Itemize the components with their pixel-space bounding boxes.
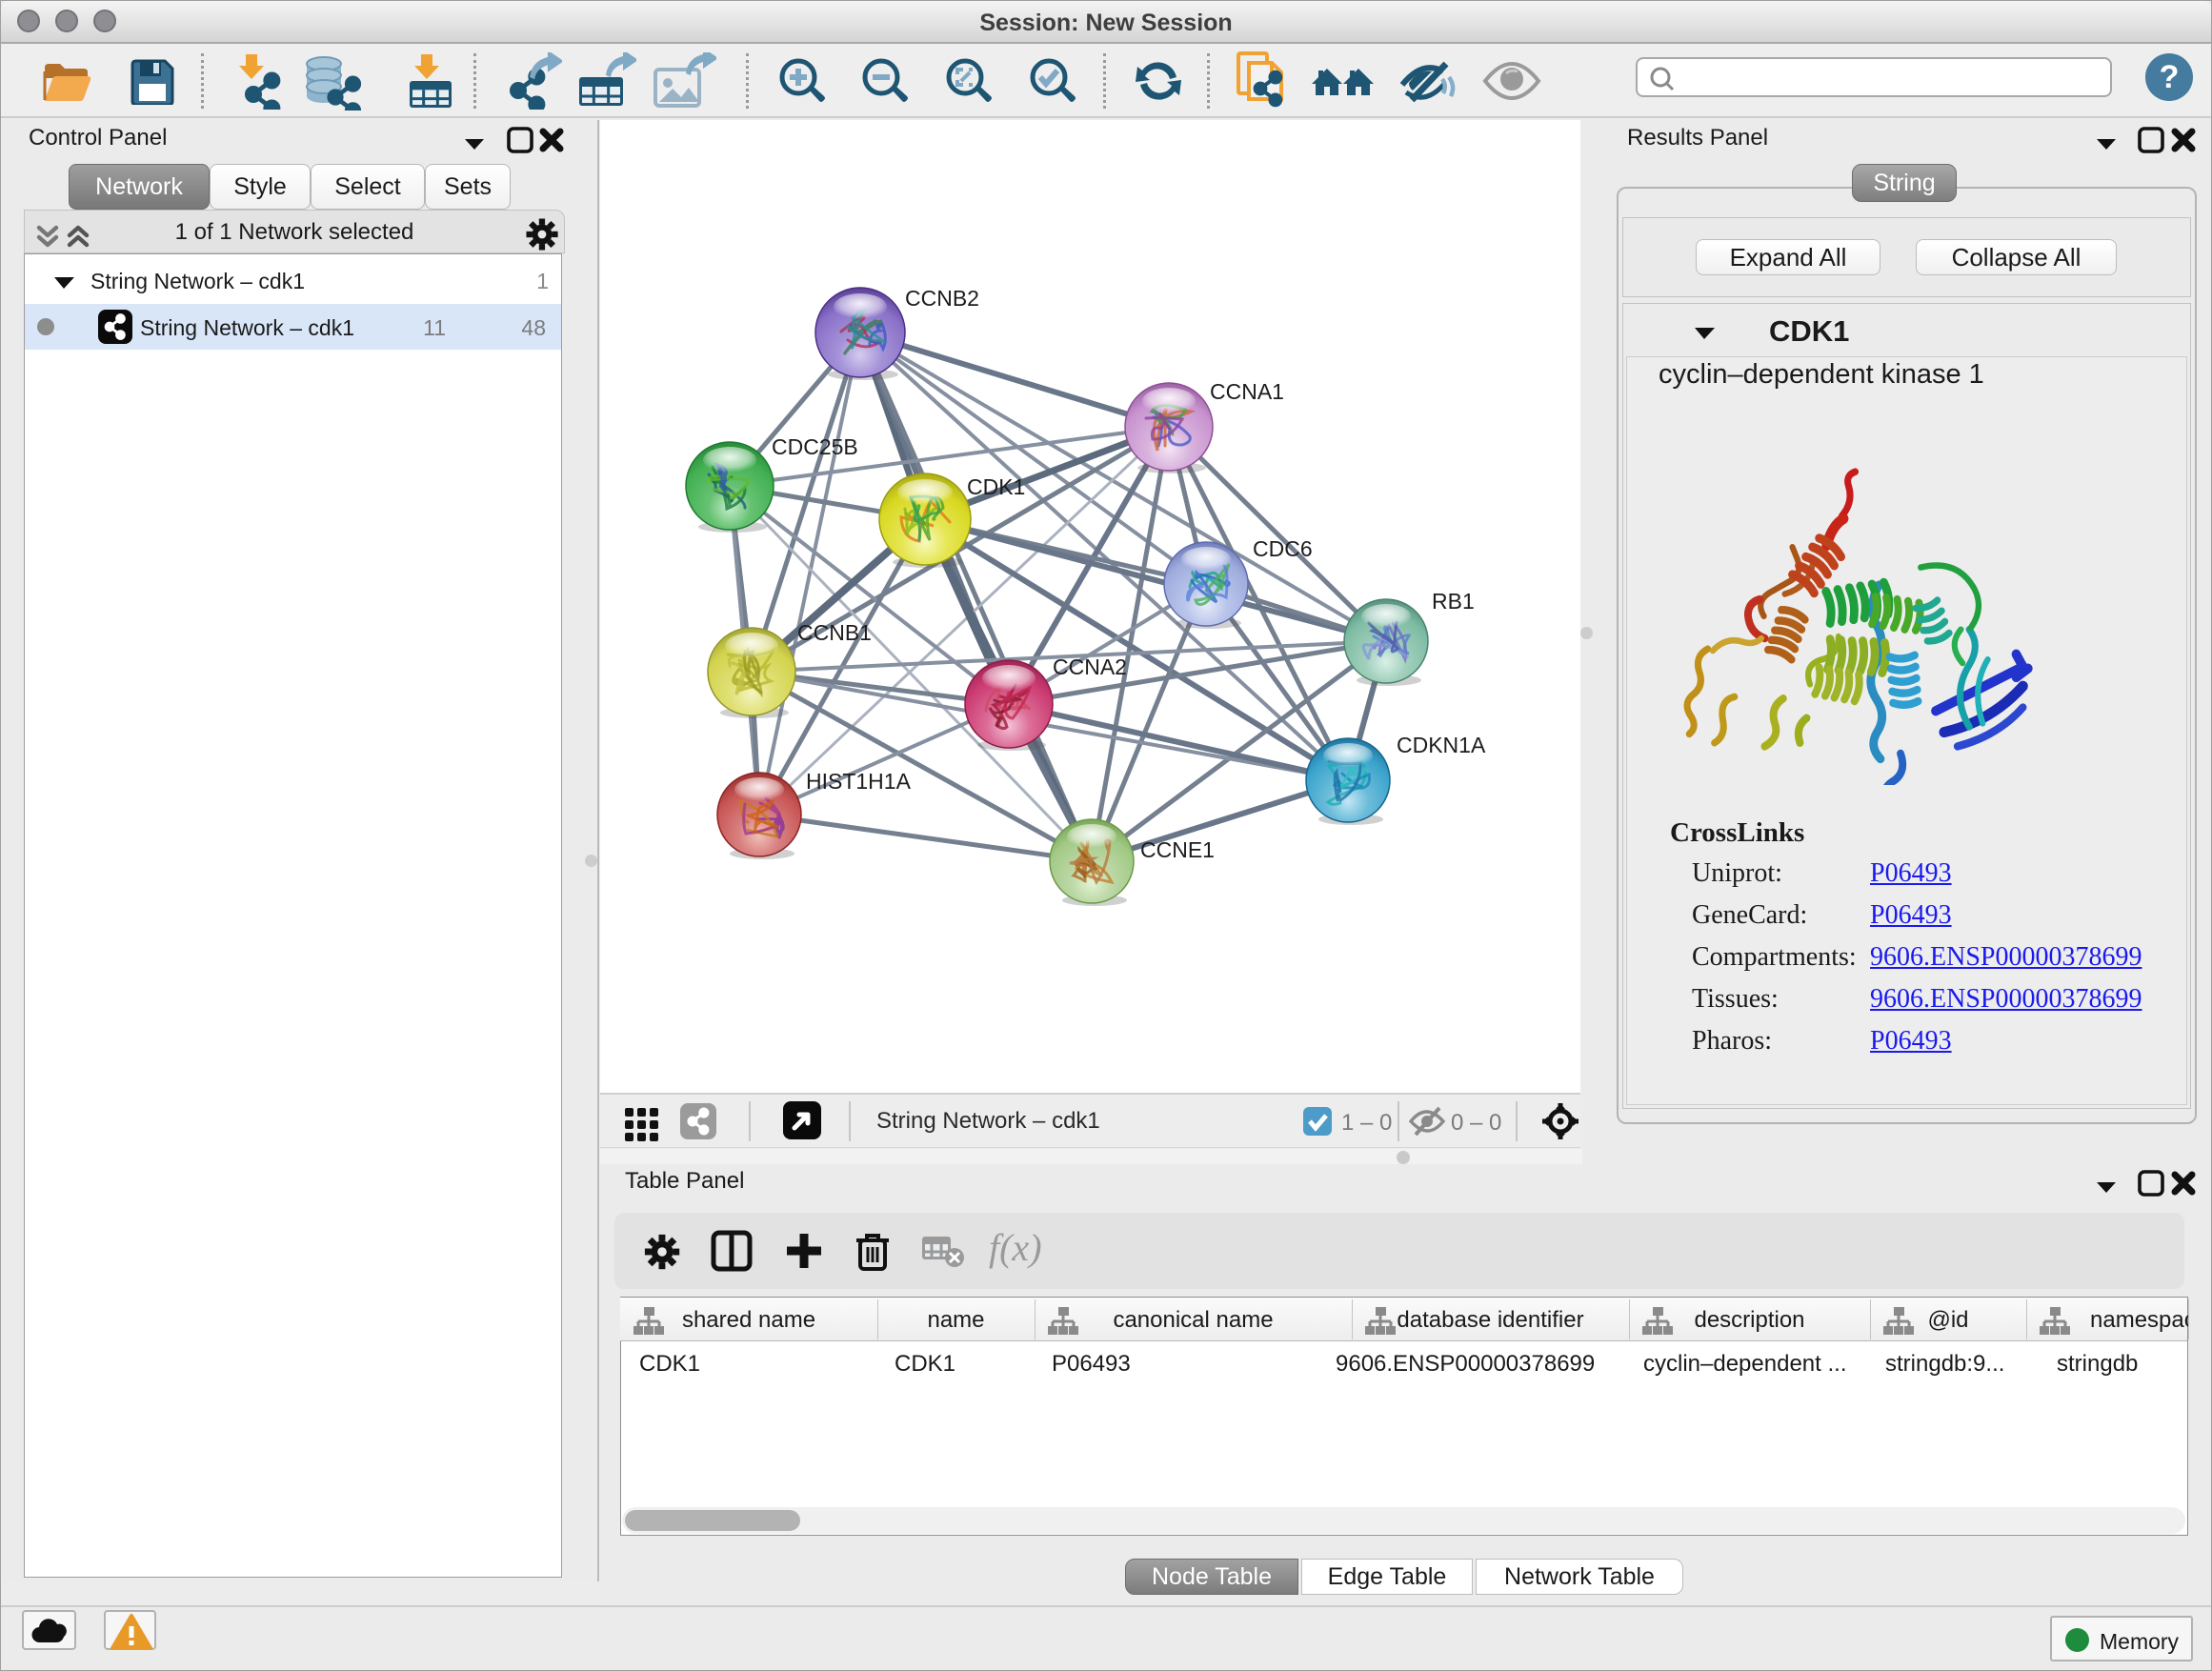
svg-text:HIST1H1A: HIST1H1A: [806, 769, 912, 794]
svg-text:CCNB1: CCNB1: [797, 620, 872, 645]
svg-text:CDK1: CDK1: [967, 474, 1025, 499]
svg-text:RB1: RB1: [1432, 589, 1475, 614]
svg-text:?: ?: [2160, 59, 2180, 95]
svg-text:CDC6: CDC6: [1253, 536, 1313, 561]
svg-text:CDKN1A: CDKN1A: [1397, 733, 1486, 757]
svg-text:CCNE1: CCNE1: [1140, 837, 1215, 862]
svg-text:CCNA1: CCNA1: [1210, 379, 1284, 404]
svg-text:CCNA2: CCNA2: [1053, 654, 1127, 679]
svg-text:CCNB2: CCNB2: [905, 286, 979, 311]
svg-text:CDC25B: CDC25B: [772, 434, 858, 459]
